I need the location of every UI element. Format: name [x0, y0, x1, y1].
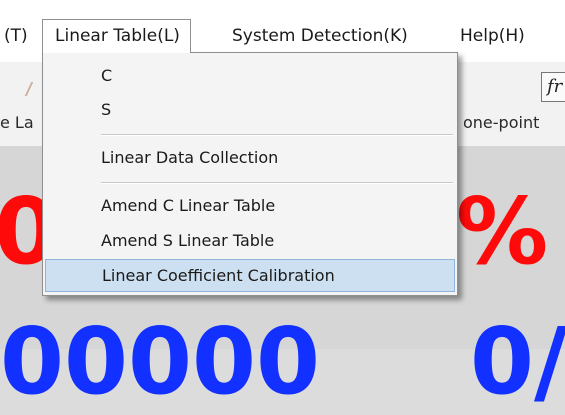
blue-readout-value: 00000: [0, 308, 321, 415]
menu-separator: [101, 182, 453, 184]
menu-item-s[interactable]: S: [44, 93, 456, 127]
menu-tools[interactable]: (T): [4, 20, 28, 52]
linear-table-dropdown: C S Linear Data Collection Amend C Linea…: [42, 52, 458, 296]
menu-linear-table[interactable]: Linear Table(L): [42, 19, 191, 53]
menu-item-linear-data-collection[interactable]: Linear Data Collection: [44, 141, 456, 175]
toolbar-left-label[interactable]: e La: [0, 113, 34, 132]
menu-help[interactable]: Help(H): [460, 20, 525, 52]
menu-item-c[interactable]: C: [44, 59, 456, 93]
formula-icon[interactable]: fr: [541, 72, 565, 102]
menu-item-linear-coefficient-calibration[interactable]: Linear Coefficient Calibration: [45, 259, 455, 292]
red-readout-unit: %: [456, 178, 549, 285]
toolbar-one-point-label[interactable]: one-point: [463, 113, 539, 132]
menu-item-amend-s-linear-table[interactable]: Amend S Linear Table: [44, 224, 456, 258]
menu-item-amend-c-linear-table[interactable]: Amend C Linear Table: [44, 189, 456, 223]
menu-system-detection[interactable]: System Detection(K): [232, 20, 408, 52]
blue-readout-unit: 0/: [470, 308, 565, 415]
menu-separator: [101, 134, 453, 136]
toolbar-icon[interactable]: [24, 82, 42, 96]
